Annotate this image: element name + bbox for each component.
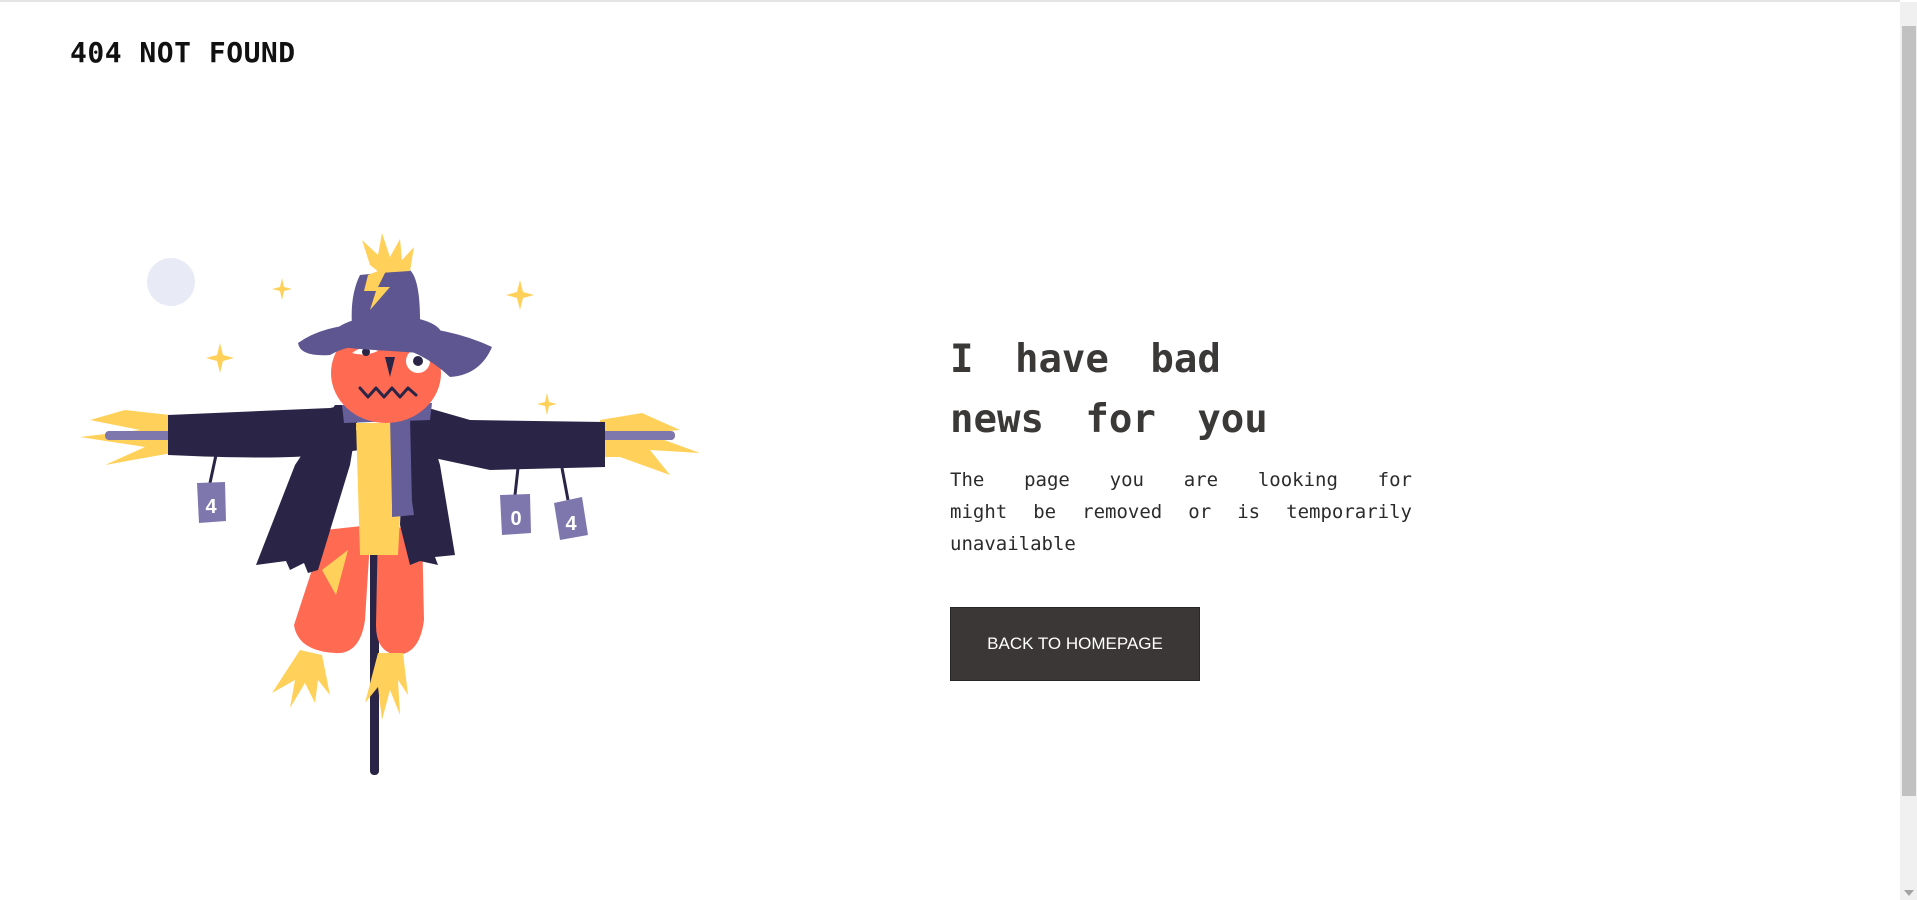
error-content: I have bad news for you The page you are… (950, 330, 1420, 560)
scroll-down-arrow-icon[interactable] (1904, 890, 1914, 896)
error-headline: I have bad news for you (950, 337, 1268, 442)
scarecrow-illustration: 4 0 4 (80, 233, 700, 775)
page-title: 404 NOT FOUND (70, 36, 296, 69)
can-label-4-right: 4 (565, 513, 577, 535)
vertical-scrollbar[interactable] (1900, 2, 1917, 900)
top-border (0, 0, 1900, 2)
scroll-thumb[interactable] (1902, 26, 1916, 796)
hat-straw (362, 233, 414, 273)
can-label-0: 0 (510, 508, 521, 530)
moon-icon (147, 258, 195, 306)
feet-straw (272, 650, 408, 720)
back-to-homepage-button[interactable]: BACK TO HOMEPAGE (950, 607, 1200, 681)
error-message: The page you are looking for might be re… (950, 469, 1412, 555)
can-label-4-left: 4 (205, 496, 217, 518)
